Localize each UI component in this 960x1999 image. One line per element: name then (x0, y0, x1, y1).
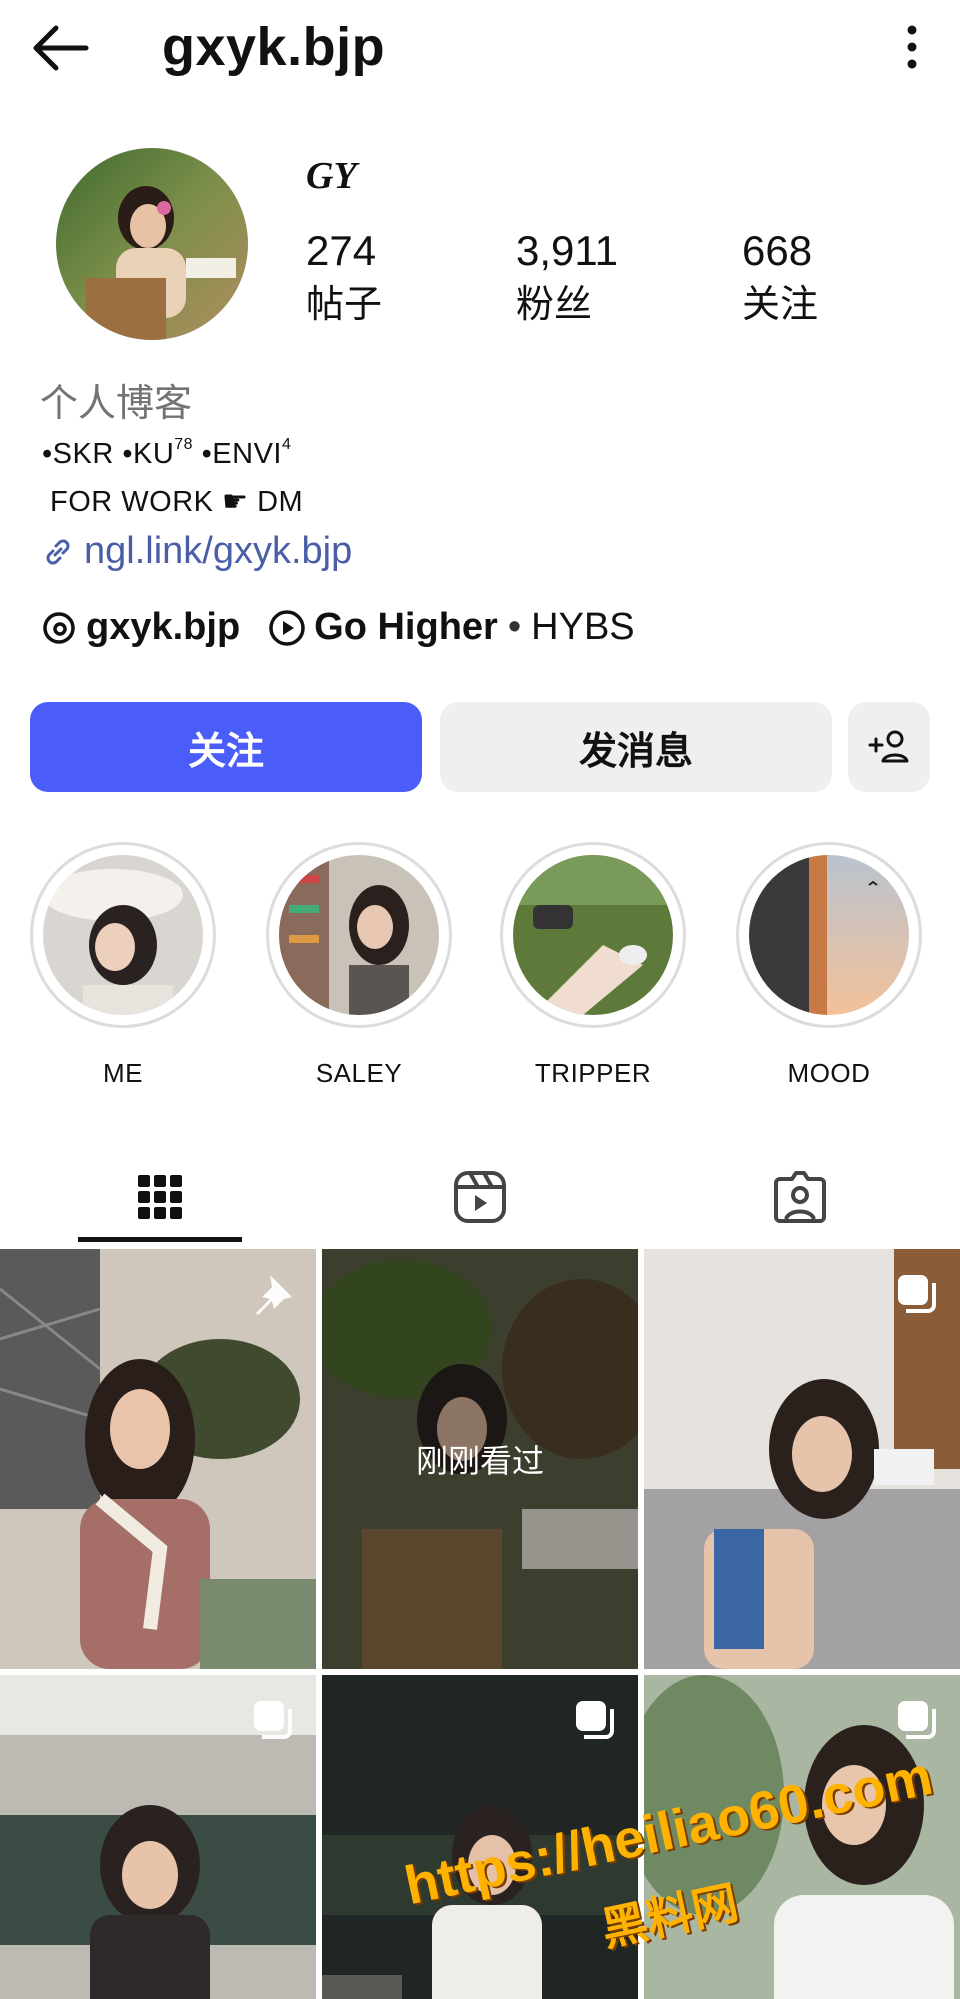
bio-sup-2: 4 (281, 436, 292, 453)
highlight-ring (736, 842, 922, 1028)
content-tabs (0, 1148, 960, 1246)
page-title: gxyk.bjp (162, 17, 386, 77)
highlight-image (513, 855, 673, 1015)
grid-post[interactable] (644, 1249, 960, 1669)
threads-icon (43, 611, 75, 644)
bio-line-1: •SKR •KU78 •ENVI4 (42, 436, 291, 471)
active-tab-indicator (78, 1237, 242, 1242)
play-icon (269, 609, 305, 646)
highlight-label: ME (103, 1058, 143, 1088)
highlight-ring (500, 842, 686, 1028)
following-label: 关注 (742, 284, 819, 326)
grid-icon (138, 1175, 182, 1219)
link-icon (46, 539, 70, 564)
bio-line-1-b: •ENVI (193, 438, 282, 470)
profile-link[interactable]: ngl.link/gxyk.bjp (40, 530, 352, 573)
tagged-person-icon (774, 1171, 826, 1223)
followers-label: 粉丝 (516, 284, 593, 326)
following-stat[interactable]: 668 关注 (742, 227, 819, 326)
posts-count: 274 (306, 227, 377, 274)
highlight-image (43, 855, 203, 1015)
reels-icon (454, 1171, 506, 1223)
posts-stat[interactable]: 274 帖子 (306, 227, 383, 326)
highlight-label: SALEY (315, 1058, 403, 1088)
multiple-images-icon (898, 1275, 936, 1313)
grid-post[interactable] (0, 1675, 316, 1999)
following-count: 668 (742, 227, 813, 274)
tab-reels[interactable] (320, 1148, 640, 1246)
grid-post[interactable]: 刚刚看过 (322, 1249, 638, 1669)
meta-separator: • (507, 606, 522, 648)
back-arrow-icon[interactable] (28, 20, 92, 76)
highlight-saley[interactable]: SALEY (264, 842, 454, 1089)
highlight-image (749, 855, 909, 1015)
add-person-icon (868, 730, 909, 763)
threads-badge[interactable]: gxyk.bjp (40, 606, 240, 649)
followers-count: 3,911 (516, 227, 618, 274)
bio-line-1-a: •SKR •KU (42, 438, 175, 470)
bio-line-2: FOR WORK ☛ DM (50, 486, 304, 518)
highlight-image (279, 855, 439, 1015)
profile-category: 个人博客 (40, 383, 193, 425)
music-artist: HYBS (531, 606, 635, 648)
grid-post[interactable] (0, 1249, 316, 1669)
suggested-users-button[interactable] (848, 702, 930, 792)
top-bar: gxyk.bjp (0, 0, 960, 100)
profile-meta-row: gxyk.bjp Go Higher • HYBS (40, 606, 635, 649)
highlight-label: MOOD (787, 1058, 871, 1088)
followers-stat[interactable]: 3,911 粉丝 (516, 227, 618, 326)
multiple-images-icon (898, 1701, 936, 1739)
tab-tagged[interactable] (640, 1148, 960, 1246)
follow-button[interactable]: 关注 (30, 702, 422, 792)
highlight-ring (266, 842, 452, 1028)
highlight-mood[interactable]: MOOD (734, 842, 924, 1089)
highlight-label: TRIPPER (534, 1058, 652, 1088)
music-badge[interactable]: Go Higher (268, 606, 498, 649)
bio-sup-1: 78 (174, 436, 194, 453)
music-title: Go Higher (314, 606, 498, 648)
pinned-icon (256, 1275, 292, 1315)
posts-label: 帖子 (306, 284, 383, 326)
recently-viewed-overlay: 刚刚看过 (322, 1249, 638, 1669)
highlight-me[interactable]: ME (28, 842, 218, 1089)
highlight-ring (30, 842, 216, 1028)
profile-link-text[interactable]: ngl.link/gxyk.bjp (84, 530, 352, 573)
highlight-tripper[interactable]: TRIPPER (498, 842, 688, 1089)
message-button[interactable]: 发消息 (440, 702, 832, 792)
multiple-images-icon (254, 1701, 292, 1739)
more-options-icon[interactable] (902, 22, 922, 72)
multiple-images-icon (576, 1701, 614, 1739)
display-name: GY (306, 155, 357, 197)
tab-posts-grid[interactable] (0, 1148, 320, 1246)
avatar[interactable] (56, 148, 248, 340)
threads-handle: gxyk.bjp (86, 606, 241, 648)
